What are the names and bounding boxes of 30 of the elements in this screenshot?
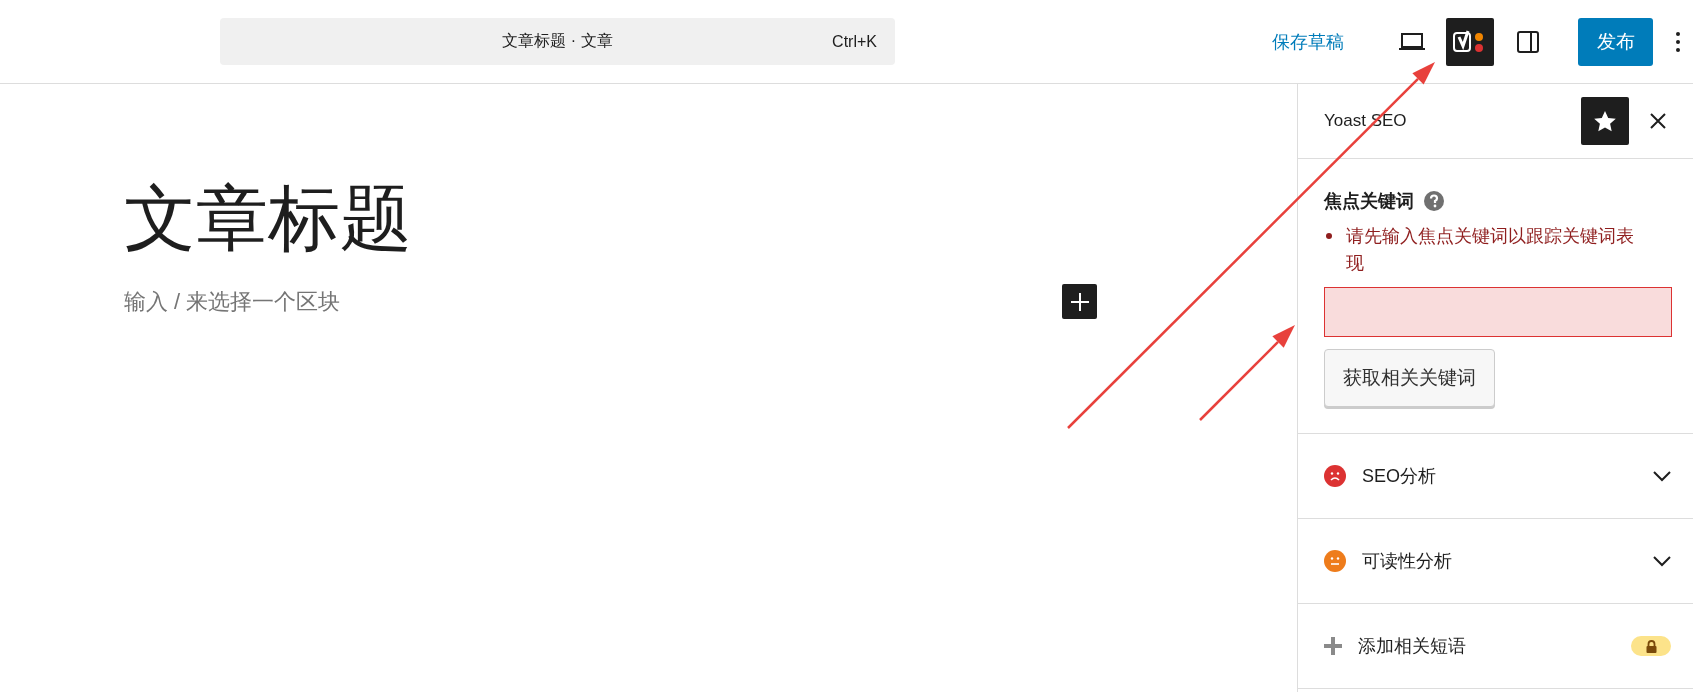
help-icon[interactable] (1424, 191, 1444, 211)
publish-button[interactable]: 发布 (1578, 17, 1653, 66)
section-label: 可读性分析 (1362, 550, 1452, 573)
yoast-button[interactable] (1446, 17, 1494, 66)
lock-icon (1645, 639, 1657, 653)
block-placeholder[interactable]: 输入 / 来选择一个区块 (124, 286, 341, 317)
save-draft-link[interactable]: 保存草稿 (1268, 25, 1348, 58)
plus-icon (1324, 637, 1342, 655)
keyphrase-input[interactable] (1324, 287, 1672, 337)
related-keyphrases-button[interactable]: 获取相关关键词 (1324, 349, 1495, 407)
related-phrase-row[interactable]: 添加相关短语 (1298, 604, 1693, 689)
section-label: 添加相关短语 (1358, 635, 1466, 658)
laptop-icon (1399, 32, 1425, 51)
post-title[interactable]: 文章标题 (124, 179, 1297, 259)
analysis-row[interactable]: SEO分析 (1298, 434, 1693, 519)
plus-icon (1070, 292, 1089, 311)
close-icon (1650, 113, 1666, 129)
pin-button[interactable] (1581, 97, 1629, 145)
command-bar[interactable]: 文章标题 · 文章 Ctrl+K (220, 18, 895, 65)
more-icon (1676, 31, 1680, 52)
add-block-button[interactable] (1062, 284, 1097, 320)
error-message: 请先输入焦点关键词以跟踪关键词表现 (1346, 225, 1635, 275)
section-label: SEO分析 (1362, 465, 1436, 488)
field-label: 焦点关键词 (1324, 190, 1414, 213)
sidebar-toggle-icon (1516, 29, 1540, 54)
shortcut-hint: Ctrl+K (832, 32, 877, 51)
analysis-row[interactable]: 可读性分析 (1298, 519, 1693, 604)
command-title: 文章标题 · 文章 (502, 31, 613, 51)
star-icon (1594, 110, 1616, 132)
bullet-icon (1326, 233, 1332, 239)
